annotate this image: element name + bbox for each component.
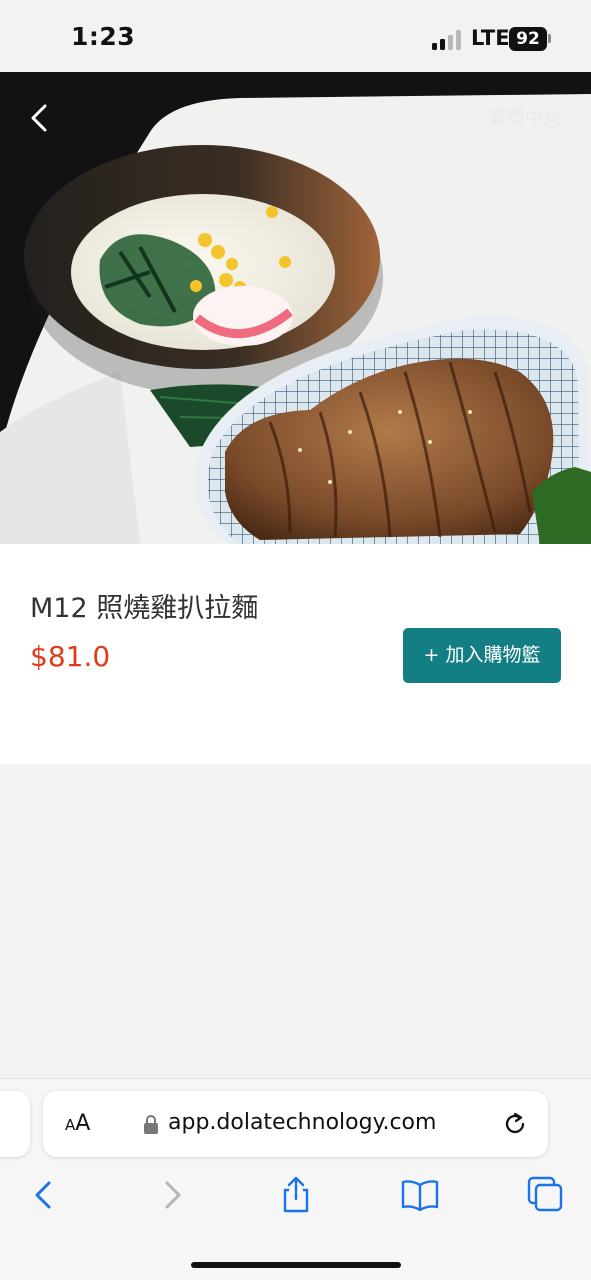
product-name: M12 照燒雞扒拉麵 xyxy=(30,593,259,624)
bookmarks-icon[interactable] xyxy=(400,1175,440,1215)
tabs-icon[interactable] xyxy=(526,1175,566,1215)
chevron-left-icon xyxy=(31,104,47,132)
product-image xyxy=(0,72,591,544)
home-indicator xyxy=(191,1262,401,1268)
address-bar[interactable]: AA app.dolatechnology.com xyxy=(43,1091,548,1157)
network-type: LTE xyxy=(471,26,510,50)
back-icon[interactable] xyxy=(24,1175,64,1215)
forward-icon[interactable] xyxy=(152,1175,192,1215)
status-time: 1:23 xyxy=(71,22,136,51)
text-size-small-label: A xyxy=(65,1116,76,1134)
lock-icon xyxy=(144,1115,158,1134)
battery-indicator: 92 xyxy=(509,27,547,51)
product-price: $81.0 xyxy=(30,640,111,673)
url-text[interactable]: app.dolatechnology.com xyxy=(168,1110,436,1135)
share-icon[interactable] xyxy=(276,1175,316,1215)
text-size-large-label: A xyxy=(75,1111,91,1136)
add-to-cart-button[interactable]: + 加入購物籃 xyxy=(403,628,561,683)
previous-tab-preview[interactable] xyxy=(0,1091,30,1157)
ramen-photo xyxy=(0,72,591,544)
cellular-signal-icon xyxy=(432,30,464,50)
back-button[interactable] xyxy=(22,98,56,138)
text-size-button[interactable]: AA xyxy=(65,1111,90,1136)
status-bar: 1:23 LTE 92 xyxy=(0,0,591,72)
battery-tip xyxy=(548,34,551,43)
product-card: M12 照燒雞扒拉麵 $81.0 + 加入購物籃 xyxy=(0,544,591,764)
browser-toolbar: AA app.dolatechnology.com xyxy=(0,1078,591,1280)
language-switch-button[interactable]: 繁體中文 xyxy=(489,104,561,130)
reload-icon[interactable] xyxy=(501,1110,529,1138)
